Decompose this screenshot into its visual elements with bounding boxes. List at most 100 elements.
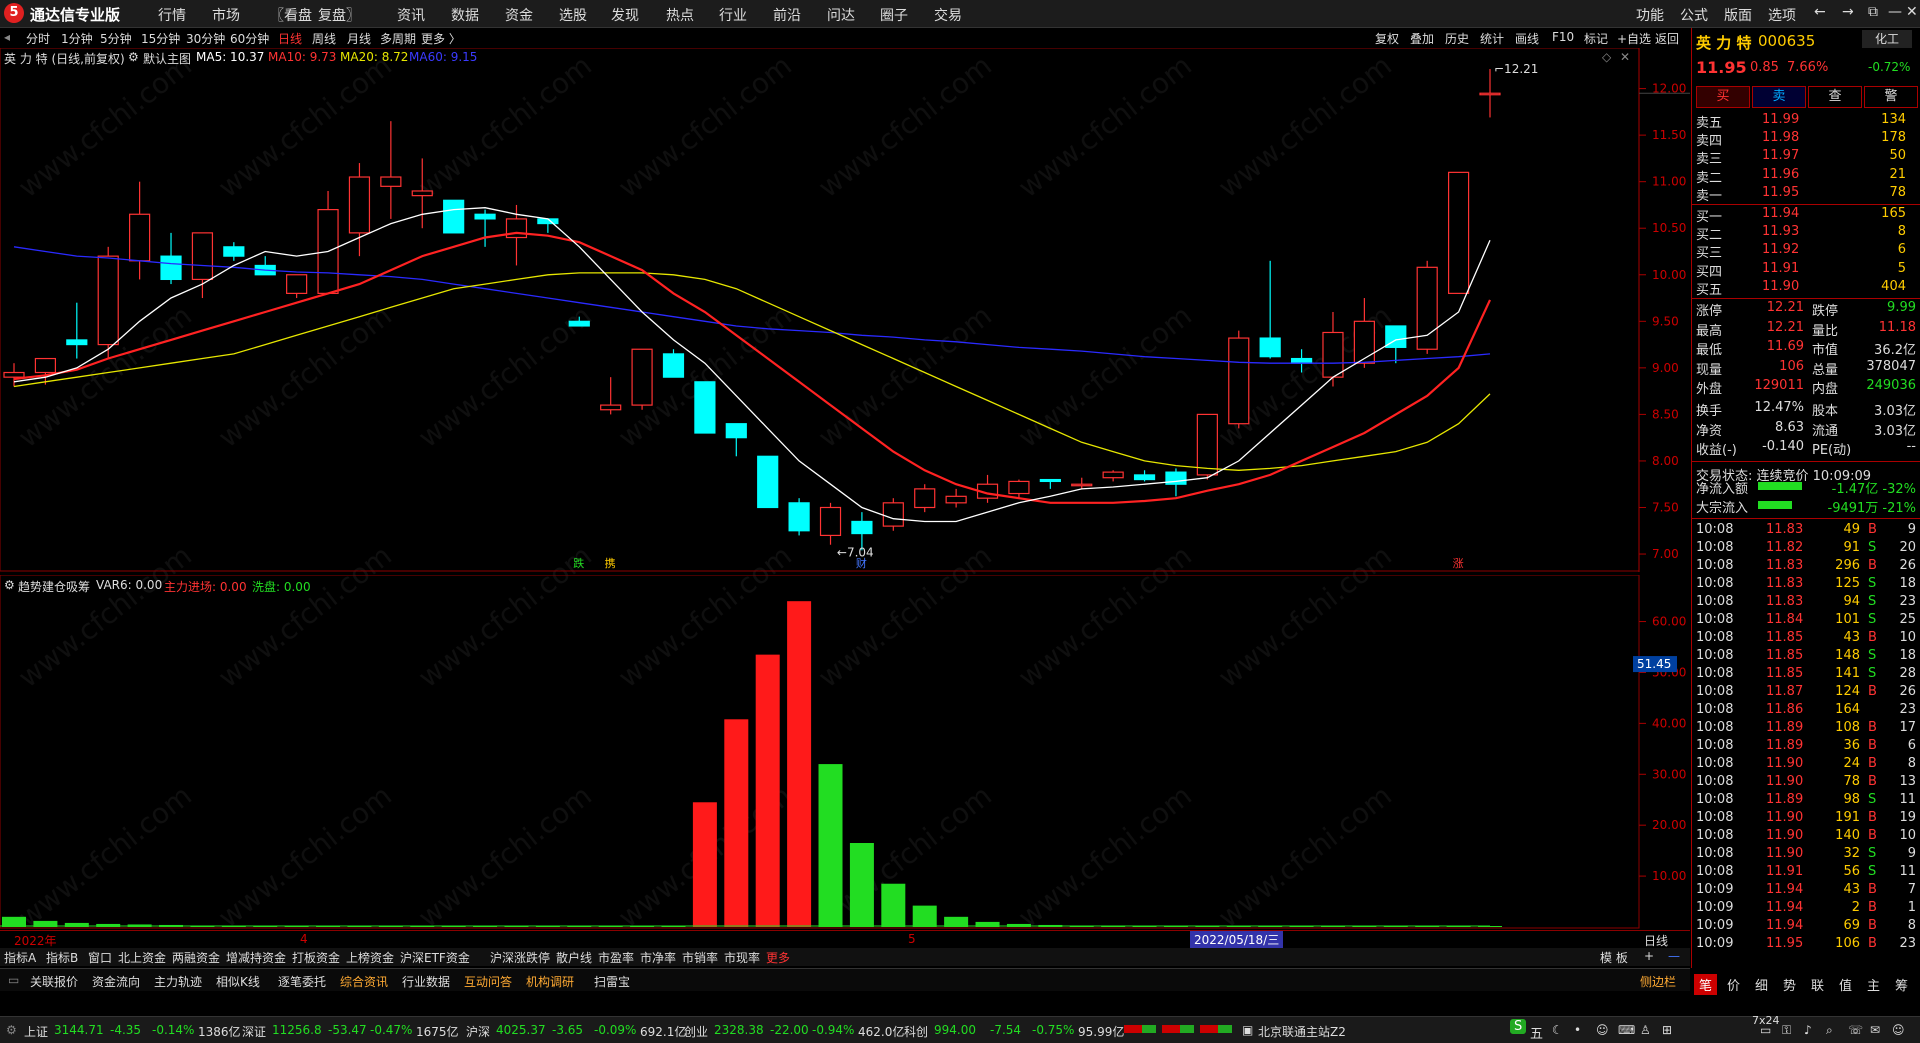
menu-item[interactable]: 前沿 [773,5,801,25]
indicator-tab[interactable]: 市净率 [640,949,676,966]
info-tab[interactable]: 主力轨迹 [154,973,202,990]
indicator-tab[interactable]: 市现率 [724,949,760,966]
sector-badge[interactable]: 化工 [1862,30,1912,48]
right-panel-tab[interactable]: 细 [1750,974,1773,995]
restore-window-icon[interactable]: ⧉ [1868,4,1878,20]
menu-options[interactable]: 选项 [1768,5,1796,25]
info-tab[interactable]: 相似K线 [216,973,260,990]
bid-row[interactable]: 买五 11.90 404 [1696,279,1918,298]
menu-item[interactable]: 〖看盘 [270,5,312,25]
info-tab[interactable]: 综合资讯 [340,973,388,990]
keyboard-icon[interactable]: ⌨ [1618,1023,1635,1037]
right-panel-tab[interactable]: 价 [1722,974,1745,995]
bid-row[interactable]: 买四 11.91 5 [1696,261,1918,280]
menu-item[interactable]: 圈子 [880,5,908,25]
phone-icon[interactable]: ☏ [1848,1023,1863,1037]
indicator-chart[interactable]: 10.0020.0030.0040.0050.0060.0051.45 [0,575,1690,929]
candlestick-chart[interactable]: 7.00 7.50 8.00 8.50 9.00 9.50 10.00 10.50 11.00 1… [0,48,1690,572]
period-tab[interactable]: 1分钟 [61,30,93,47]
close-window-icon[interactable]: ✕ [1906,4,1918,20]
period-tab[interactable]: 日线 [278,30,302,47]
forward-arrow-icon[interactable]: → [1842,4,1854,20]
zoom-in-button[interactable]: + [1644,949,1654,963]
sell-button[interactable]: 卖 [1752,86,1806,108]
info-tab[interactable]: 互动问答 [464,973,512,990]
indicator-tab[interactable]: 增减持资金 [226,949,286,966]
minimize-window-icon[interactable]: — [1888,4,1902,20]
query-button[interactable]: 查 [1808,86,1862,108]
info-tab[interactable]: 资金流向 [92,973,140,990]
indicator-tab[interactable]: 市盈率 [598,949,634,966]
grid-icon[interactable]: ⊞ [1662,1023,1672,1037]
toolbar-button[interactable]: 叠加 [1410,30,1434,47]
index-name[interactable]: 上证 [24,1023,48,1040]
menu-item[interactable]: 数据 [451,5,479,25]
indicator-tab[interactable]: 窗口 [88,949,112,966]
period-tab[interactable]: 更多 〉 [421,30,461,47]
menu-item[interactable]: 资讯 [397,5,425,25]
right-panel-tab[interactable]: 主 [1862,974,1885,995]
menu-formula[interactable]: 公式 [1680,5,1708,25]
ask-row[interactable]: 卖三 11.97 50 [1696,148,1918,167]
menu-function[interactable]: 功能 [1636,5,1664,25]
info-tab[interactable]: 关联报价 [30,973,78,990]
menu-item[interactable]: 行情 [158,5,186,25]
event-marker[interactable]: 跌 [573,556,584,570]
indicator-tab[interactable]: 指标B [46,949,78,966]
menu-item[interactable]: 行业 [719,5,747,25]
panel-toggle-icon[interactable]: ▭ [8,973,19,987]
indicator-tab[interactable]: 市销率 [682,949,718,966]
screen-icon[interactable]: ▭ [1760,1023,1771,1037]
ime-mode[interactable]: 五 [1530,1023,1543,1042]
indicator-tab[interactable]: 上榜资金 [346,949,394,966]
zoom-out-button[interactable]: — [1668,949,1680,963]
mail-icon[interactable]: ✉ [1870,1023,1880,1037]
ime-logo-icon[interactable]: S [1510,1019,1527,1034]
event-marker[interactable]: 财 [856,556,867,570]
right-panel-tab[interactable]: 笔 [1694,974,1718,995]
menu-item[interactable]: 问达 [827,5,855,25]
buy-button[interactable]: 买 [1696,86,1750,108]
info-tab[interactable]: 机构调研 [526,973,574,990]
menu-item[interactable]: 发现 [611,5,639,25]
menu-item[interactable]: 交易 [934,5,962,25]
dot-icon[interactable]: • [1574,1023,1581,1037]
ask-row[interactable]: 卖二 11.96 21 [1696,167,1918,186]
smile-icon[interactable]: ☺ [1596,1023,1609,1037]
ask-row[interactable]: 卖五 11.99 134 [1696,112,1918,131]
indicator-tab[interactable]: 散户线 [556,949,592,966]
indicator-tab[interactable]: 两融资金 [172,949,220,966]
toolbar-button[interactable]: 画线 [1515,30,1539,47]
bid-row[interactable]: 买三 11.92 6 [1696,242,1918,261]
menu-item[interactable]: 复盘〗 [318,5,360,25]
collapse-arrow-icon[interactable]: ◂ [4,30,10,44]
back-arrow-icon[interactable]: ← [1814,4,1826,20]
moon-icon[interactable]: ☾ [1552,1023,1563,1037]
event-marker[interactable]: 携 [605,556,616,570]
period-tab[interactable]: 多周期 [380,30,416,47]
right-panel-tab[interactable]: 联 [1806,974,1829,995]
period-tab[interactable]: 60分钟 [230,30,269,47]
settings-icon[interactable]: ⚙ [6,1023,17,1037]
sidebar-button[interactable]: 侧边栏 [1640,973,1676,990]
period-tab[interactable]: 周线 [312,30,336,47]
indicator-tab[interactable]: 沪深涨跌停 [490,949,550,966]
menu-item[interactable]: 市场 [212,5,240,25]
menu-item[interactable]: 热点 [666,5,694,25]
ask-row[interactable]: 卖四 11.98 178 [1696,130,1918,149]
period-tab[interactable]: 分时 [26,30,50,47]
event-marker[interactable]: 涨 [1453,557,1464,570]
indicator-tab[interactable]: 打板资金 [292,949,340,966]
bid-row[interactable]: 买二 11.93 8 [1696,224,1918,243]
indicator-tab[interactable]: 指标A [4,949,36,966]
right-panel-tab[interactable]: 筹 [1890,974,1913,995]
info-tab[interactable]: 行业数据 [402,973,450,990]
user-icon[interactable]: ☺ [1892,1023,1905,1037]
toolbar-button[interactable]: 返回 [1655,30,1679,47]
alert-button[interactable]: 警 [1864,86,1918,108]
right-panel-tab[interactable]: 势 [1778,974,1801,995]
period-tab[interactable]: 30分钟 [186,30,225,47]
period-tab[interactable]: 5分钟 [100,30,132,47]
indicator-tab[interactable]: 北上资金 [118,949,166,966]
indicator-settings-icon[interactable]: ⚙ [4,578,15,592]
